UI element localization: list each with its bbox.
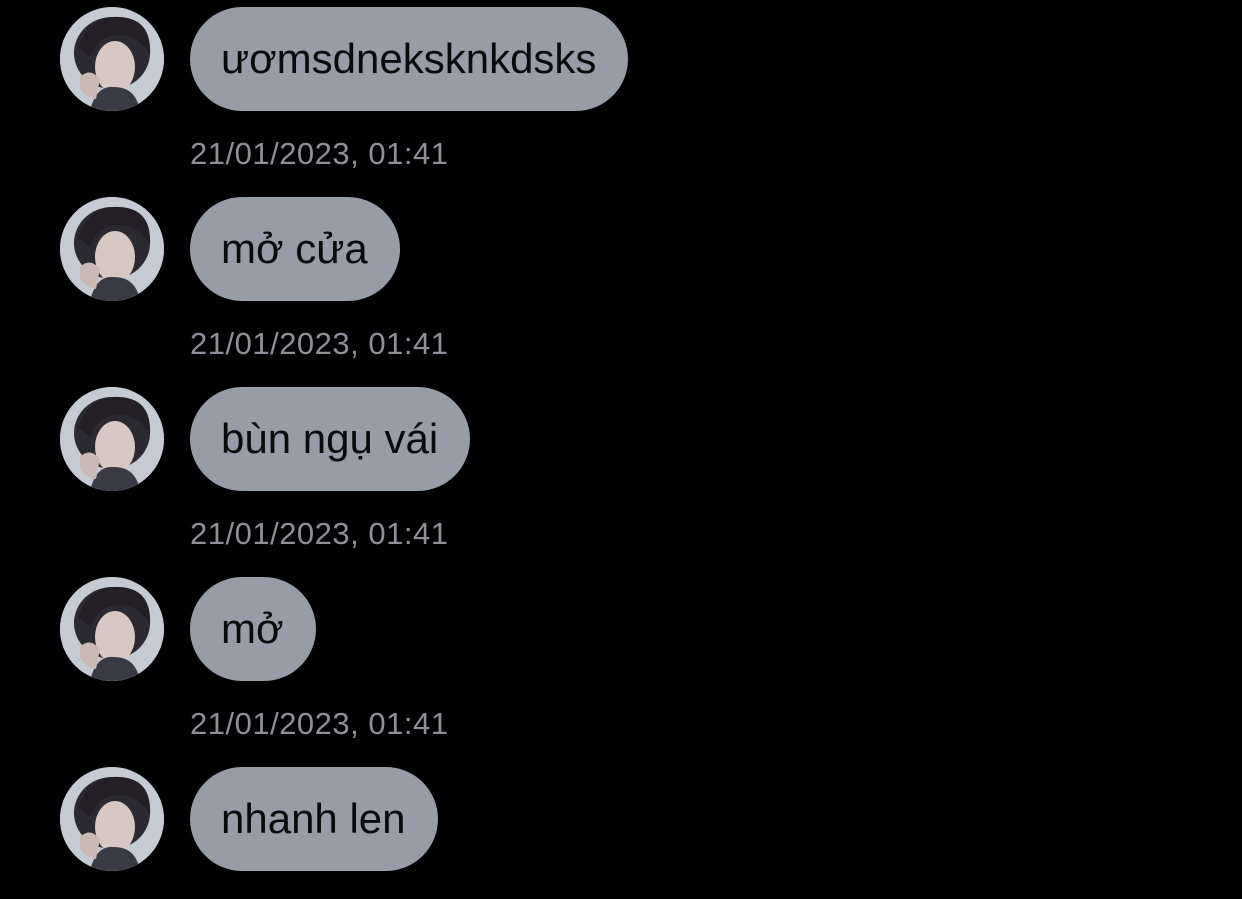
avatar[interactable] xyxy=(60,387,164,491)
profile-photo-icon xyxy=(60,197,164,301)
message-timestamp: 21/01/2023, 01:41 xyxy=(190,326,449,361)
message-bubble[interactable]: mở xyxy=(190,577,316,681)
avatar[interactable] xyxy=(60,767,164,871)
profile-photo-icon xyxy=(60,767,164,871)
message-row: nhanh len xyxy=(60,766,438,872)
message-bubble[interactable]: mở cửa xyxy=(190,197,400,301)
message-row: ươmsdneksknkdsks xyxy=(60,6,629,112)
message-row: mở cửa xyxy=(60,196,400,302)
profile-photo-icon xyxy=(60,7,164,111)
message-timestamp: 21/01/2023, 01:41 xyxy=(190,706,449,741)
message-bubble[interactable]: bùn ngụ vái xyxy=(190,387,471,491)
profile-photo-icon xyxy=(60,387,164,491)
avatar[interactable] xyxy=(60,197,164,301)
message-timestamp: 21/01/2023, 01:41 xyxy=(190,516,449,551)
message-bubble[interactable]: ươmsdneksknkdsks xyxy=(190,7,629,111)
avatar[interactable] xyxy=(60,7,164,111)
message-row: mở xyxy=(60,576,316,682)
message-bubble[interactable]: nhanh len xyxy=(190,767,438,871)
avatar[interactable] xyxy=(60,577,164,681)
message-row: bùn ngụ vái xyxy=(60,386,471,492)
profile-photo-icon xyxy=(60,577,164,681)
message-timestamp: 21/01/2023, 01:41 xyxy=(190,136,449,171)
chat-thread: ươmsdneksknkdsks 21/01/2023, 01:41 mở cử… xyxy=(0,0,1242,899)
